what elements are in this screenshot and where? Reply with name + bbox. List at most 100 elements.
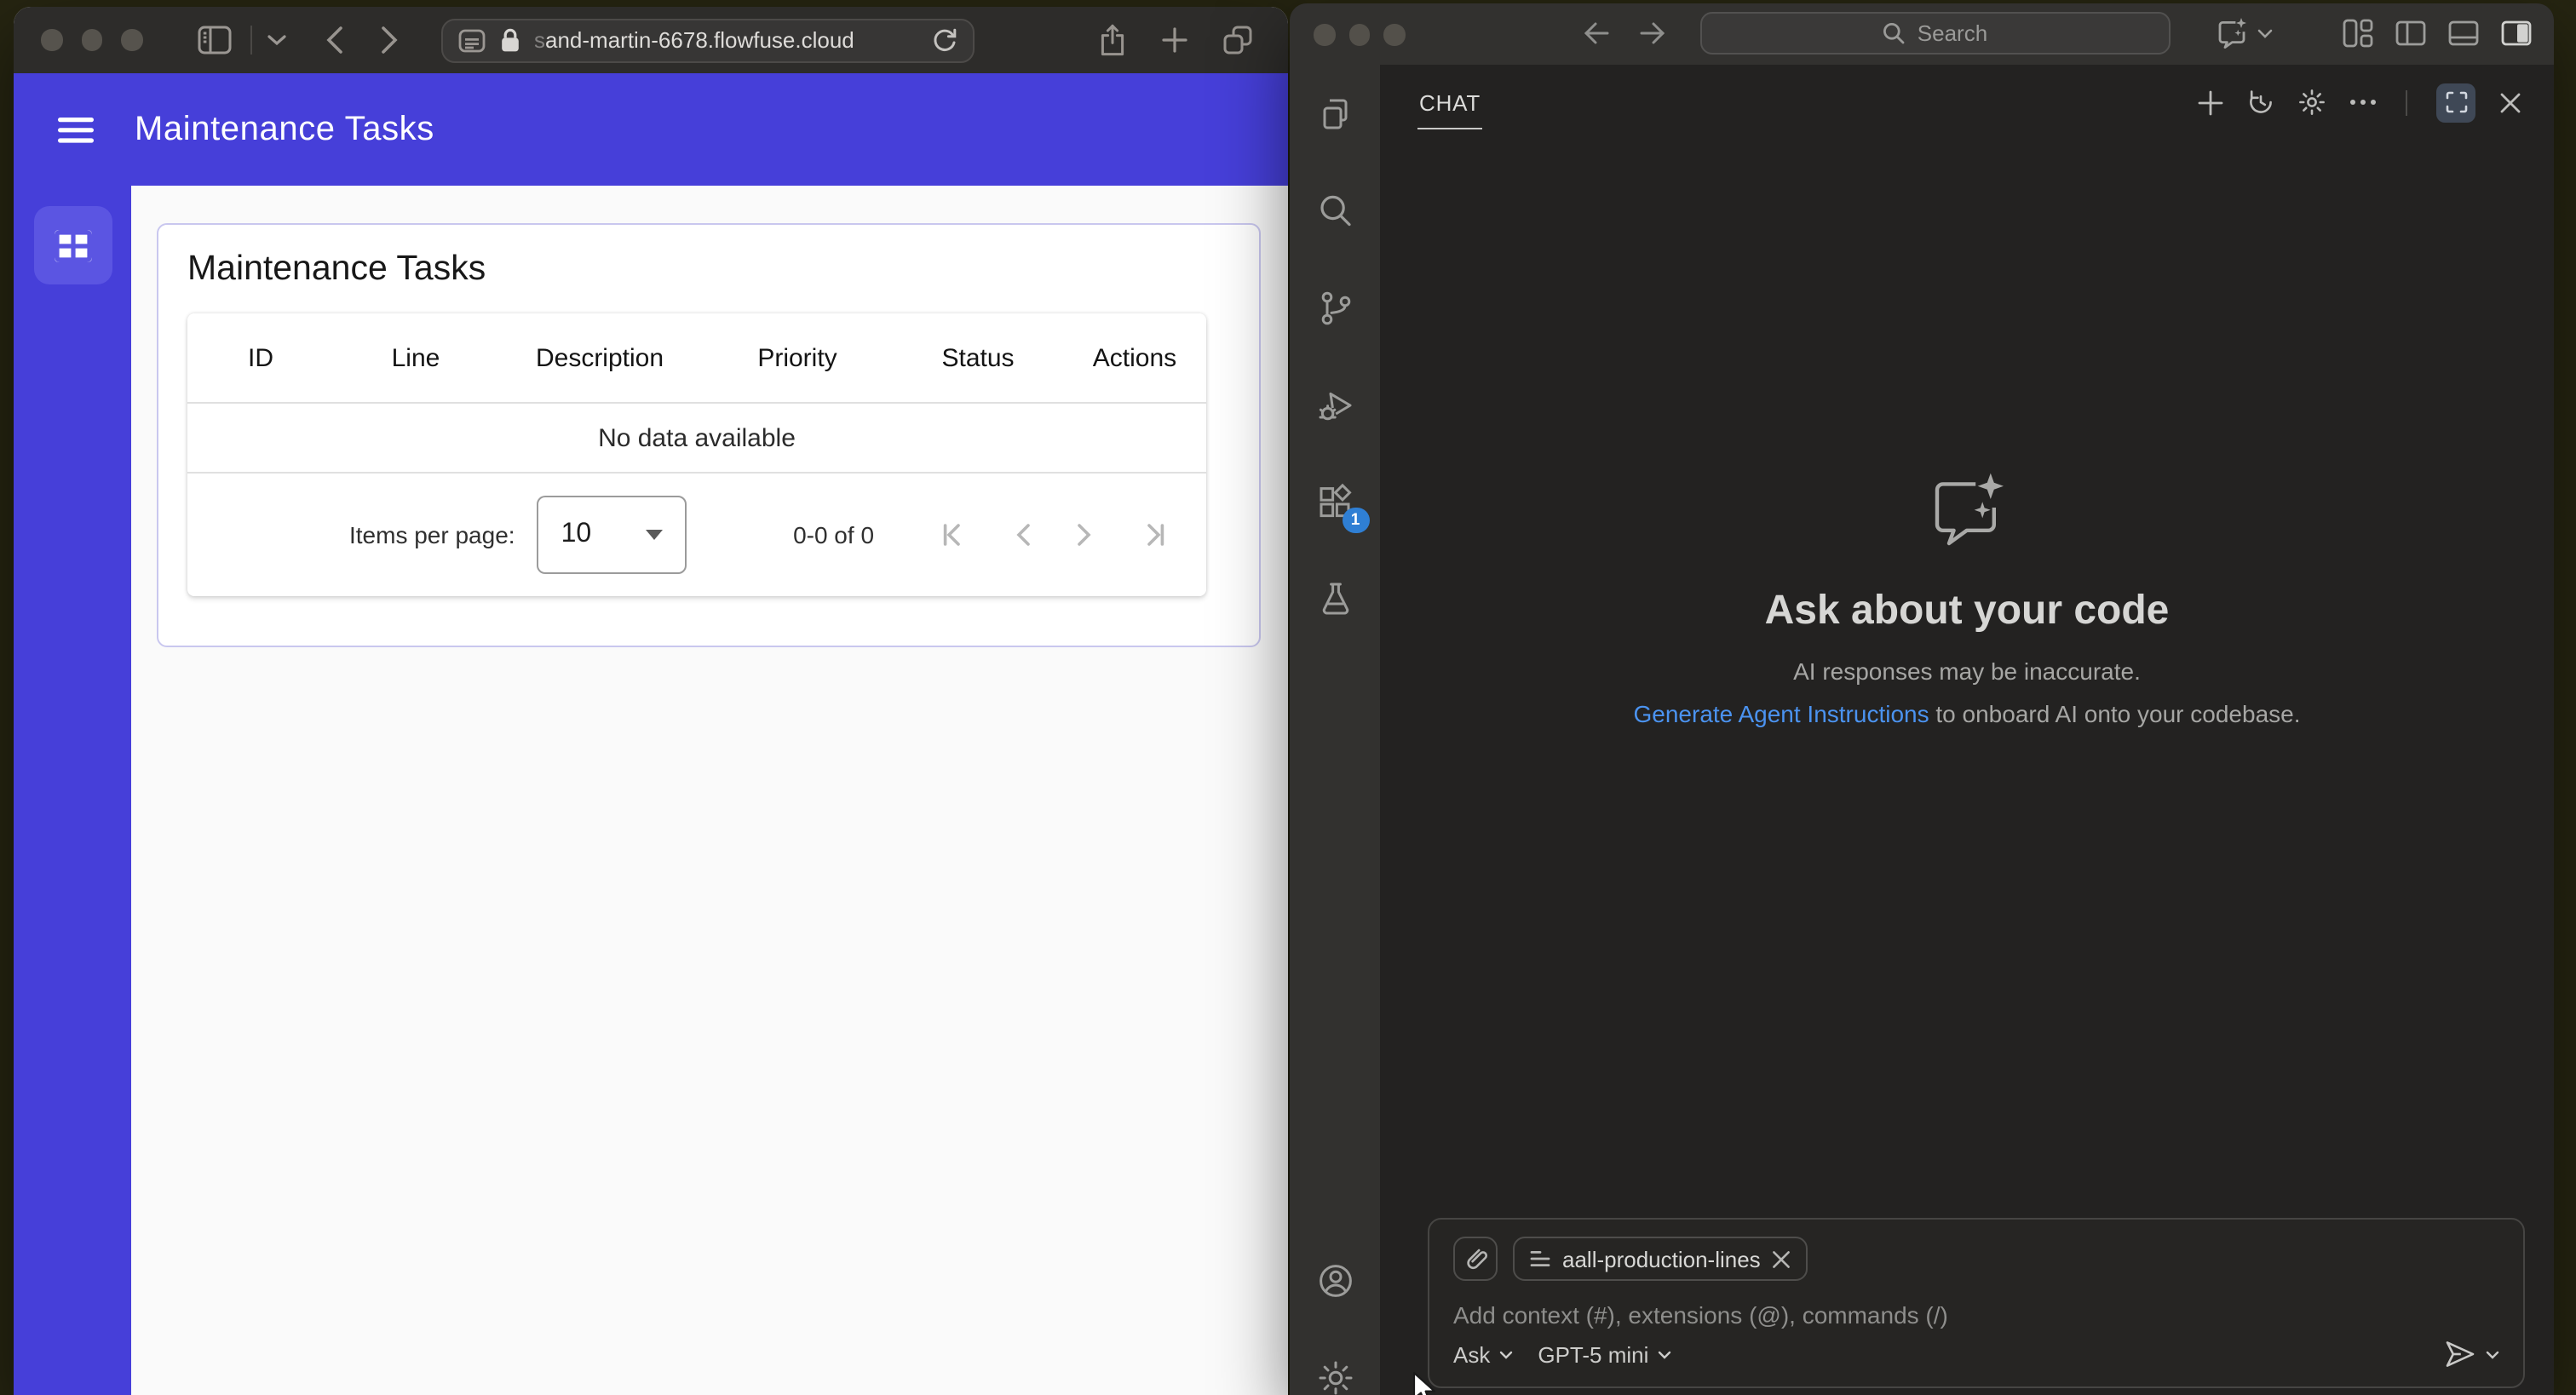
- chat-onboard-line: Generate Agent Instructions to onboard A…: [1634, 699, 2301, 726]
- safari-window: sand-martin-6678.flowfuse.cloud Maintena…: [14, 7, 1288, 1395]
- column-header-id[interactable]: ID: [187, 343, 334, 372]
- window-minimize-button[interactable]: [81, 29, 102, 51]
- address-bar[interactable]: sand-martin-6678.flowfuse.cloud: [440, 18, 974, 62]
- layout-controls: [2343, 19, 2532, 48]
- send-options-chevron-icon[interactable]: [2486, 1350, 2499, 1358]
- chevron-down-icon: [2257, 28, 2273, 38]
- source-control-icon[interactable]: [1311, 284, 1359, 332]
- column-header-priority[interactable]: Priority: [702, 343, 893, 372]
- column-header-actions[interactable]: Actions: [1063, 343, 1206, 372]
- navigate-forward-icon[interactable]: [1639, 20, 1666, 46]
- window-zoom-button[interactable]: [1383, 24, 1405, 45]
- select-caret-icon: [646, 529, 664, 539]
- toggle-primary-sidebar-icon[interactable]: [2395, 20, 2426, 46]
- forward-button[interactable]: [379, 26, 398, 55]
- last-page-button[interactable]: [1139, 519, 1170, 549]
- back-button[interactable]: [325, 26, 343, 55]
- url-text: sand-martin-6678.flowfuse.cloud: [534, 27, 854, 53]
- mouse-cursor: [1412, 1371, 1438, 1395]
- chat-actions: [2198, 83, 2521, 122]
- page-size-value: 10: [561, 519, 592, 548]
- app-header: Maintenance Tasks: [14, 73, 1288, 186]
- chevron-down-icon: [1657, 1350, 1670, 1358]
- window-zoom-button[interactable]: [121, 29, 142, 51]
- browser-toolbar: sand-martin-6678.flowfuse.cloud: [14, 7, 1288, 73]
- context-chip[interactable]: aall-production-lines: [1513, 1237, 1808, 1281]
- first-page-button[interactable]: [940, 519, 970, 549]
- chat-input-placeholder[interactable]: Add context (#), extensions (@), command…: [1453, 1301, 2499, 1329]
- settings-gear-icon[interactable]: [1311, 1354, 1359, 1395]
- window-close-button[interactable]: [41, 29, 62, 51]
- customize-layout-icon[interactable]: [2343, 19, 2373, 48]
- card-title: Maintenance Tasks: [187, 249, 486, 288]
- page-menu-icon[interactable]: [457, 28, 485, 52]
- column-header-line[interactable]: Line: [334, 343, 497, 372]
- table-header-row: ID Line Description Priority Status Acti…: [187, 313, 1206, 404]
- chat-settings-gear-icon[interactable]: [2298, 89, 2326, 116]
- activity-bar-bottom: [1311, 1257, 1359, 1395]
- desktop: sand-martin-6678.flowfuse.cloud Maintena…: [0, 0, 2576, 1395]
- more-actions-icon[interactable]: [2349, 99, 2377, 106]
- copilot-menu[interactable]: [2215, 17, 2273, 49]
- search-icon[interactable]: [1311, 187, 1359, 235]
- generate-agent-instructions-link[interactable]: Generate Agent Instructions: [1634, 699, 1929, 726]
- chat-input-box[interactable]: aall-production-lines Add context (#), e…: [1428, 1218, 2525, 1388]
- toggle-panel-icon[interactable]: [2448, 20, 2479, 46]
- send-group: [2445, 1340, 2499, 1368]
- symbol-list-icon: [1530, 1250, 1550, 1267]
- explorer-icon[interactable]: [1311, 90, 1359, 138]
- window-minimize-button[interactable]: [1348, 24, 1370, 45]
- run-debug-icon[interactable]: [1311, 382, 1359, 429]
- chat-empty-subtitle: AI responses may be inaccurate.: [1793, 657, 2141, 684]
- close-panel-icon[interactable]: [2499, 91, 2521, 113]
- pagination-range: 0-0 of 0: [793, 520, 875, 548]
- app-header-title: Maintenance Tasks: [135, 110, 434, 147]
- share-icon[interactable]: [1099, 24, 1126, 56]
- send-icon[interactable]: [2445, 1340, 2475, 1368]
- chevron-down-icon[interactable]: [267, 34, 285, 46]
- search-icon: [1883, 22, 1906, 44]
- window-close-button[interactable]: [1314, 24, 1335, 45]
- sidebar-toggle-icon[interactable]: [197, 26, 231, 55]
- chat-empty-state: Ask about your code AI responses may be …: [1380, 140, 2554, 1058]
- extensions-badge: 1: [1342, 508, 1369, 533]
- maximize-panel-button[interactable]: [2436, 83, 2475, 122]
- chat-empty-title: Ask about your code: [1764, 587, 2170, 633]
- reload-icon[interactable]: [931, 26, 957, 54]
- chat-attachments-row: aall-production-lines: [1453, 1237, 2499, 1281]
- vscode-window: Search 1 CHAT Ask about your code AI res…: [1290, 3, 2554, 1395]
- new-tab-icon[interactable]: [1162, 27, 1187, 53]
- command-center-search[interactable]: Search: [1700, 12, 2171, 55]
- table-grid-icon: [55, 229, 92, 261]
- paperclip-icon: [1464, 1246, 1486, 1272]
- remove-context-icon[interactable]: [1773, 1249, 1791, 1268]
- mode-label: Ask: [1453, 1341, 1491, 1367]
- copilot-chat-sparkle-icon: [1924, 471, 2010, 553]
- attach-context-button[interactable]: [1453, 1237, 1498, 1281]
- app-main: Maintenance Tasks ID Line Description Pr…: [131, 186, 1288, 1395]
- search-placeholder: Search: [1917, 20, 1988, 46]
- chat-history-icon[interactable]: [2247, 89, 2274, 116]
- chat-input-toolbar: Ask GPT-5 mini: [1453, 1340, 2499, 1368]
- tasks-table: ID Line Description Priority Status Acti…: [187, 313, 1206, 596]
- navigate-back-icon[interactable]: [1583, 20, 1610, 46]
- extensions-icon[interactable]: 1: [1311, 479, 1369, 533]
- accounts-icon[interactable]: [1311, 1257, 1359, 1305]
- previous-page-button[interactable]: [1013, 519, 1033, 549]
- toggle-secondary-sidebar-icon[interactable]: [2501, 20, 2532, 46]
- testing-icon[interactable]: [1311, 576, 1359, 623]
- chat-onboard-suffix: to onboard AI onto your codebase.: [1929, 699, 2301, 726]
- hamburger-icon[interactable]: [58, 117, 94, 142]
- column-header-description[interactable]: Description: [497, 343, 702, 372]
- column-header-status[interactable]: Status: [893, 343, 1063, 372]
- items-per-page-label: Items per page:: [349, 520, 515, 548]
- tab-chat[interactable]: CHAT: [1417, 75, 1483, 129]
- model-dropdown[interactable]: GPT-5 mini: [1538, 1341, 1670, 1367]
- tab-overview-icon[interactable]: [1223, 26, 1252, 55]
- new-chat-icon[interactable]: [2198, 89, 2223, 115]
- next-page-button[interactable]: [1076, 519, 1096, 549]
- toolbar-divider: [250, 26, 251, 55]
- mode-dropdown[interactable]: Ask: [1453, 1341, 1512, 1367]
- sidebar-item-tasks[interactable]: [34, 206, 112, 284]
- page-size-select[interactable]: 10: [537, 495, 687, 573]
